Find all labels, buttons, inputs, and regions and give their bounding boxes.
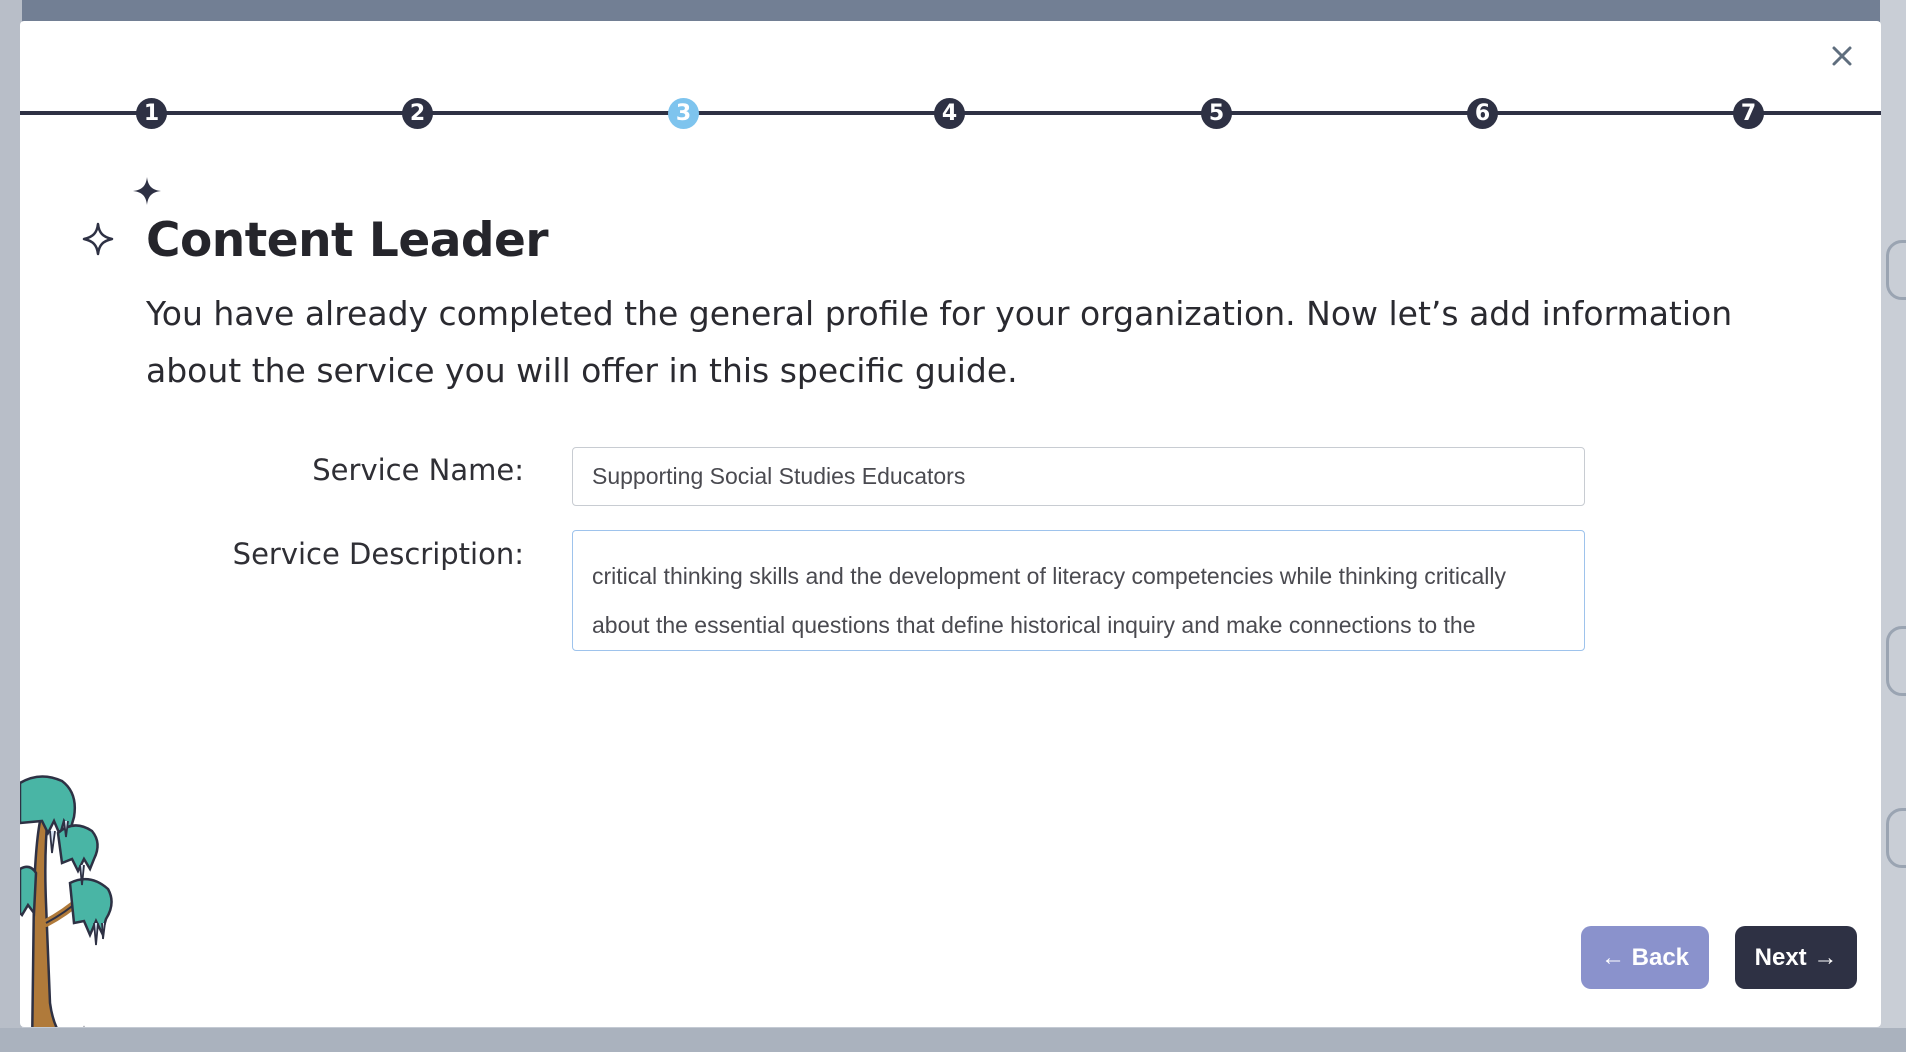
backdrop-field	[1886, 240, 1906, 300]
service-name-label: Service Name:	[312, 453, 524, 487]
backdrop-bottom	[0, 1028, 1906, 1052]
clipped-line	[592, 531, 1567, 552]
step-2[interactable]: 2	[402, 98, 433, 129]
service-name-input[interactable]: Supporting Social Studies Educators	[572, 447, 1585, 506]
close-button[interactable]	[1825, 39, 1859, 73]
backdrop-left	[0, 0, 22, 1052]
service-description-content: critical thinking skills and the develop…	[592, 531, 1567, 650]
backdrop-right	[1880, 0, 1906, 1052]
step-1[interactable]: 1	[136, 98, 167, 129]
step-5[interactable]: 5	[1201, 98, 1232, 129]
step-7[interactable]: 7	[1733, 98, 1764, 129]
wizard-modal: 1 2 3 4 5 6 7 Content Leader You have al…	[20, 21, 1881, 1027]
progress-stepper: 1 2 3 4 5 6 7	[20, 91, 1881, 135]
service-description-textarea[interactable]: critical thinking skills and the develop…	[572, 530, 1585, 651]
page-title: Content Leader	[146, 213, 549, 268]
backdrop-field	[1886, 808, 1906, 868]
description-line: critical thinking skills and the develop…	[592, 563, 1507, 589]
sparkle-filled-icon	[133, 177, 161, 205]
backdrop-top	[0, 0, 1906, 22]
step-4[interactable]: 4	[934, 98, 965, 129]
description-line: about the essential questions that defin…	[592, 612, 1476, 638]
intro-text: You have already completed the general p…	[146, 294, 1733, 390]
step-3[interactable]: 3	[668, 98, 699, 129]
tree-illustration	[20, 775, 113, 1027]
service-description-label: Service Description:	[232, 537, 524, 571]
close-icon	[1832, 46, 1852, 66]
back-button[interactable]: ← Back	[1581, 926, 1709, 989]
backdrop-field	[1886, 626, 1906, 696]
next-button[interactable]: Next →	[1735, 926, 1857, 989]
step-6[interactable]: 6	[1467, 98, 1498, 129]
sparkle-outline-icon	[82, 222, 114, 256]
